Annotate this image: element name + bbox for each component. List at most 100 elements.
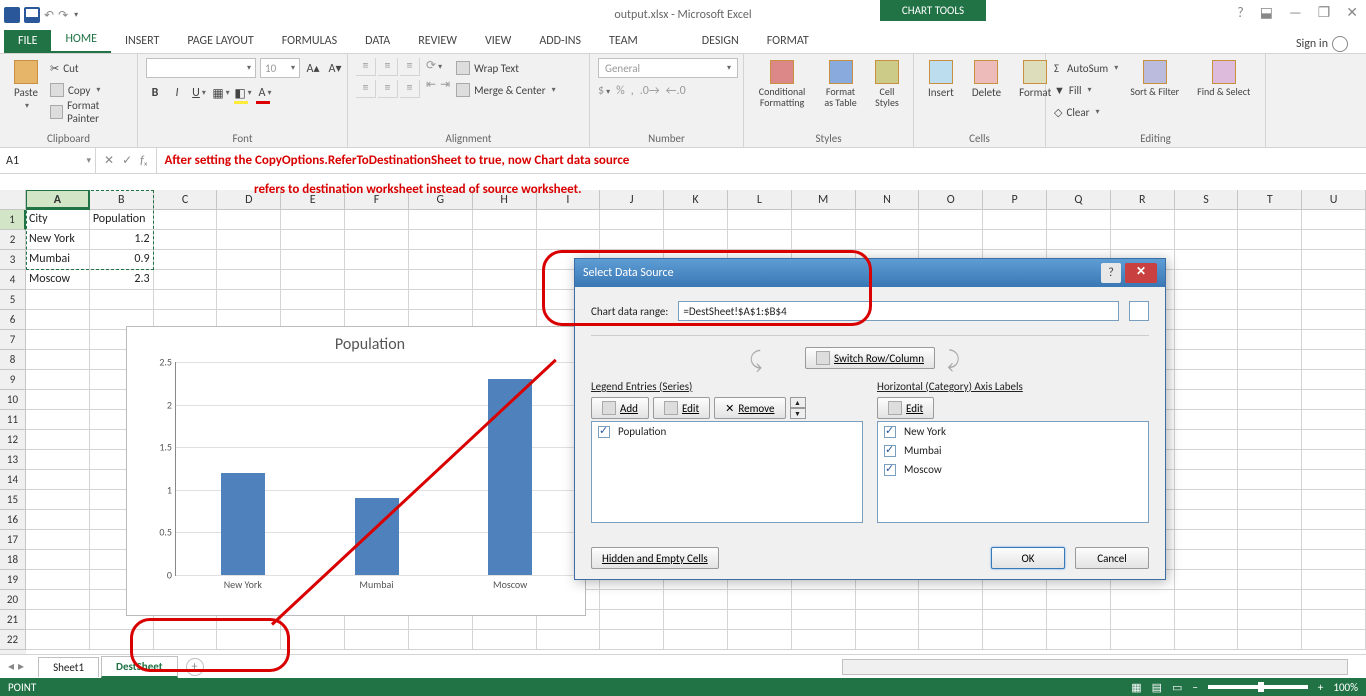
dialog-help-icon[interactable]: ? [1101,263,1121,283]
cell[interactable]: 2.3 [90,270,154,290]
fx-icon[interactable]: fₓ [140,154,147,168]
cell[interactable]: Moscow [26,270,90,290]
align-middle-icon[interactable]: ≡ [378,58,398,76]
cell[interactable] [1302,470,1366,490]
cell[interactable] [26,310,90,330]
checkbox-icon[interactable] [598,426,610,438]
increase-decimal-button[interactable]: .0→ [640,84,660,98]
cell[interactable] [26,390,90,410]
cell[interactable] [1238,590,1302,610]
cell[interactable] [409,270,473,290]
cell[interactable] [1302,550,1366,570]
cell[interactable] [26,290,90,310]
cell[interactable] [600,630,664,650]
cell[interactable] [1175,370,1239,390]
cell[interactable] [856,590,920,610]
category-list-item[interactable]: Mumbai [878,441,1148,460]
tab-format[interactable]: FORMAT [753,29,823,53]
tab-insert[interactable]: INSERT [111,29,173,53]
cell[interactable] [983,210,1047,230]
tab-design[interactable]: DESIGN [688,29,753,53]
sheet-nav-last-icon[interactable]: ▸ [18,659,24,674]
cell[interactable] [473,290,537,310]
cell[interactable] [26,410,90,430]
cell[interactable] [90,290,154,310]
cell[interactable] [792,230,856,250]
column-header[interactable]: U [1302,190,1366,209]
cancel-button[interactable]: Cancel [1075,547,1149,569]
undo-icon[interactable]: ↶ [44,8,54,23]
cell[interactable] [1238,610,1302,630]
cell[interactable] [217,630,281,650]
cell[interactable] [217,290,281,310]
checkbox-icon[interactable] [884,464,896,476]
clear-button[interactable]: ◇Clear▾ [1054,102,1118,122]
percent-format-button[interactable]: % [616,84,625,98]
delete-cells-button[interactable]: Delete [966,58,1007,101]
cell[interactable] [856,230,920,250]
cell[interactable] [26,630,90,650]
cell[interactable] [1175,610,1239,630]
cell[interactable] [1175,230,1239,250]
cell[interactable] [473,230,537,250]
axis-edit-button[interactable]: Edit [877,397,934,419]
tab-formulas[interactable]: FORMULAS [268,29,351,53]
cell[interactable] [154,230,218,250]
row-header[interactable]: 17 [0,530,26,550]
find-select-button[interactable]: Find & Select [1191,58,1256,99]
cell[interactable] [1175,550,1239,570]
cell[interactable] [728,210,792,230]
cell[interactable] [792,610,856,630]
cell[interactable]: 1.2 [90,230,154,250]
tab-home[interactable]: HOME [51,27,111,53]
cell[interactable]: 0.9 [90,250,154,270]
view-page-break-icon[interactable]: ▭ [1172,681,1182,694]
cell[interactable] [1238,510,1302,530]
cell[interactable] [1175,570,1239,590]
border-button[interactable]: ▦▾ [212,84,230,102]
ok-button[interactable]: OK [991,547,1065,569]
cell[interactable] [473,270,537,290]
cell[interactable] [26,330,90,350]
select-all-corner[interactable] [0,190,26,210]
cell[interactable] [409,630,473,650]
series-edit-button[interactable]: Edit [653,397,710,419]
column-header[interactable]: J [600,190,664,209]
cell[interactable] [1302,230,1366,250]
cell[interactable] [600,590,664,610]
cell[interactable] [1238,370,1302,390]
cell[interactable] [919,590,983,610]
cell[interactable] [664,590,728,610]
cell[interactable] [1175,430,1239,450]
cell[interactable] [26,530,90,550]
column-header[interactable]: L [728,190,792,209]
cell[interactable] [537,630,601,650]
horizontal-scrollbar[interactable] [842,659,1348,675]
cell[interactable] [600,230,664,250]
cell[interactable] [1175,530,1239,550]
font-size-select[interactable]: 10▾ [260,58,300,78]
cell[interactable] [1302,310,1366,330]
cell[interactable] [1047,610,1111,630]
cell[interactable] [26,350,90,370]
cell[interactable] [154,290,218,310]
cell[interactable] [217,210,281,230]
cell[interactable] [345,210,409,230]
cell[interactable] [345,290,409,310]
merge-center-button[interactable]: Merge & Center▾ [456,80,556,100]
row-header[interactable]: 6 [0,310,26,330]
row-header[interactable]: 8 [0,350,26,370]
row-header[interactable]: 5 [0,290,26,310]
copy-button[interactable]: Copy▾ [50,80,129,100]
cell[interactable] [983,590,1047,610]
cell[interactable] [281,290,345,310]
series-list-item[interactable]: Population [592,422,862,441]
column-header[interactable]: M [792,190,856,209]
category-list-item[interactable]: Moscow [878,460,1148,479]
cell[interactable] [26,550,90,570]
cell[interactable] [1302,370,1366,390]
sign-in-link[interactable]: Sign in [1296,36,1348,52]
cell[interactable] [1238,430,1302,450]
align-right-icon[interactable]: ≡ [400,80,420,98]
underline-button[interactable]: U▾ [190,84,208,102]
